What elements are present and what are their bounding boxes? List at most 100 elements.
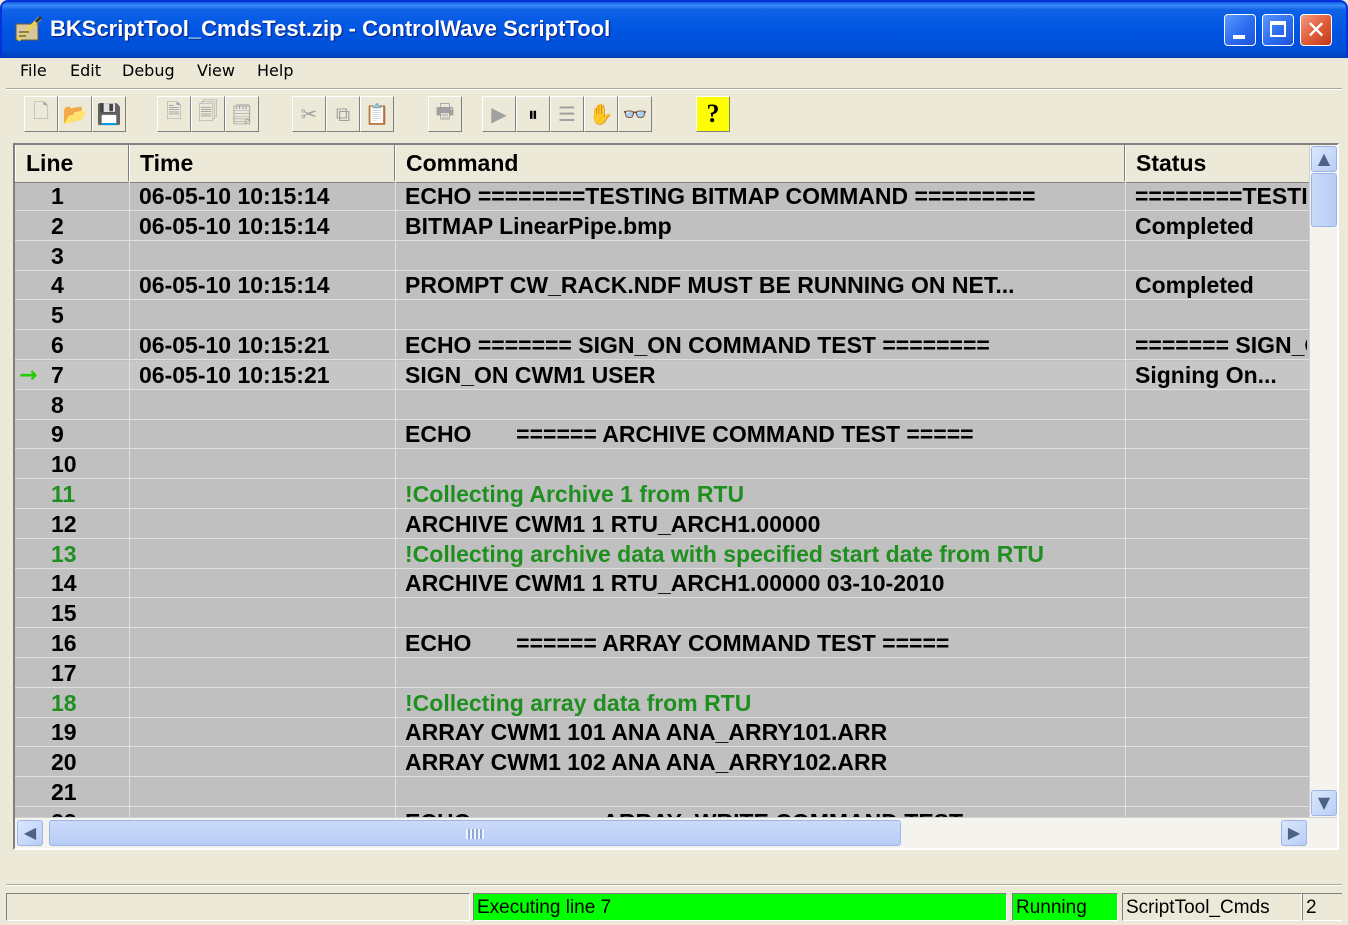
minimize-button[interactable]	[1224, 14, 1256, 46]
vertical-scrollbar[interactable]: ▲ ▼	[1309, 145, 1337, 817]
title-bar[interactable]: BKScriptTool_CmdsTest.zip - ControlWave …	[0, 0, 1348, 58]
menu-edit[interactable]: Edit	[66, 58, 105, 84]
table-row[interactable]: 9 ECHO ====== ARCHIVE COMMAND TEST =====	[15, 420, 1309, 450]
menu-file[interactable]: File	[16, 58, 51, 84]
cell-status: Completed	[1135, 212, 1254, 239]
cell-command	[405, 242, 1121, 271]
cell-line: 9	[51, 421, 64, 448]
app-window: BKScriptTool_CmdsTest.zip - ControlWave …	[0, 0, 1348, 925]
cell-command: BITMAP LinearPipe.bmp	[405, 212, 672, 239]
cell-line: 2	[51, 212, 64, 239]
table-row[interactable]: 16 ECHO ====== ARRAY COMMAND TEST =====	[15, 629, 1309, 658]
scroll-grip-icon	[466, 829, 484, 839]
cell-status	[1135, 659, 1307, 688]
table-row[interactable]: 4 06-05-10 10:15:14 PROMPT CW_RACK.NDF MUS…	[15, 271, 1309, 301]
watch-glasses-icon[interactable]: 👓	[618, 96, 652, 132]
cell-command	[405, 778, 1121, 807]
cell-status: Signing On...	[1135, 361, 1277, 388]
paste-icon[interactable]: 📋	[360, 96, 394, 132]
horizontal-scroll-thumb[interactable]	[49, 820, 901, 846]
stop-hand-icon[interactable]: ✋	[584, 96, 618, 132]
cut-icon[interactable]: ✂	[292, 96, 326, 132]
table-row[interactable]: 15	[15, 599, 1309, 629]
save-icon[interactable]: 💾	[92, 96, 126, 132]
cell-status	[1135, 420, 1307, 449]
cell-command: !Collecting array data from RTU	[405, 689, 752, 716]
scroll-left-icon[interactable]: ◀	[17, 820, 43, 846]
column-header-command[interactable]: Command	[395, 145, 1125, 181]
cell-time	[139, 689, 389, 718]
column-divider	[395, 182, 396, 848]
current-line-arrow-icon: →	[19, 362, 38, 388]
step-icon[interactable]: ☰	[550, 96, 584, 132]
table-row[interactable]: 18 !Collecting array data from RTU	[15, 689, 1309, 718]
table-row[interactable]: 19 ARRAY CWM1 101 ANA ANA_ARRY101.ARR	[15, 718, 1309, 748]
menu-debug[interactable]: Debug	[118, 58, 179, 84]
cell-status	[1135, 450, 1307, 479]
table-row[interactable]: 8	[15, 391, 1309, 420]
cell-status	[1135, 689, 1307, 718]
table-row[interactable]: 5	[15, 301, 1309, 331]
menu-help[interactable]: Help	[253, 58, 297, 84]
help-icon[interactable]: ?	[696, 96, 730, 132]
pause-icon[interactable]: ⏸	[516, 96, 550, 132]
cell-time	[139, 391, 389, 420]
cell-line: 12	[51, 510, 77, 537]
table-row[interactable]: 1 06-05-10 10:15:14 ECHO ========TESTING B…	[15, 182, 1309, 211]
run-icon[interactable]: ▶	[482, 96, 516, 132]
menu-view[interactable]: View	[193, 58, 239, 84]
table-row[interactable]: 2 06-05-10 10:15:14 BITMAP LinearPipe.bmp C…	[15, 212, 1309, 241]
document-icon[interactable]: 🗎	[157, 96, 191, 132]
cell-time	[139, 569, 389, 598]
close-button[interactable]: ✕	[1300, 14, 1332, 46]
cell-status	[1135, 569, 1307, 598]
column-divider	[1125, 182, 1126, 848]
cell-command: SIGN_ON CWM1 USER	[405, 361, 656, 388]
table-row[interactable]: 3	[15, 242, 1309, 271]
scroll-down-icon[interactable]: ▼	[1311, 790, 1337, 816]
table-row[interactable]: 11 !Collecting Archive 1 from RTU	[15, 480, 1309, 509]
table-row[interactable]: 6 06-05-10 10:15:21 ECHO ======= SIGN_ON C…	[15, 331, 1309, 360]
table-row[interactable]: 12 ARCHIVE CWM1 1 RTU_ARCH1.00000	[15, 510, 1309, 539]
print-icon[interactable]: 🖶	[428, 96, 462, 132]
copy-icon[interactable]: ⧉	[326, 96, 360, 132]
cell-command: ARRAY CWM1 102 ANA ANA_ARRY102.ARR	[405, 749, 888, 776]
table-row[interactable]: 10	[15, 450, 1309, 480]
cell-command: ARRAY CWM1 101 ANA ANA_ARRY101.ARR	[405, 719, 888, 746]
properties-icon[interactable]: 🗐	[191, 96, 225, 132]
cell-status	[1135, 510, 1307, 539]
scroll-up-icon[interactable]: ▲	[1311, 146, 1337, 172]
cell-command	[405, 659, 1121, 688]
column-header-line[interactable]: Line	[15, 145, 129, 181]
column-header-time[interactable]: Time	[129, 145, 395, 181]
cell-line: 4	[51, 272, 64, 299]
new-file-icon[interactable]: 🗋	[24, 96, 58, 132]
column-header-status[interactable]: Status	[1125, 145, 1309, 181]
table-row[interactable]: 21	[15, 778, 1309, 807]
table-row[interactable]: → 7 06-05-10 10:15:21 SIGN_ON CWM1 USER Sign…	[15, 360, 1309, 390]
cell-status	[1135, 301, 1307, 330]
cell-line: 11	[51, 481, 76, 507]
script-grid[interactable]: Line Time Command Status 1 06-05-10 10:15…	[13, 143, 1339, 850]
table-row[interactable]: 14 ARCHIVE CWM1 1 RTU_ARCH1.00000 03-10-2…	[15, 569, 1309, 599]
cell-status	[1135, 599, 1307, 628]
cell-line: 21	[51, 779, 77, 805]
table-row[interactable]: 13 !Collecting archive data with specifie…	[15, 540, 1309, 569]
scroll-right-icon[interactable]: ▶	[1281, 820, 1307, 846]
horizontal-scrollbar[interactable]: ◀ ▶	[15, 817, 1337, 848]
cell-line: 10	[51, 451, 77, 478]
open-folder-icon[interactable]: 📂	[58, 96, 92, 132]
export-icon[interactable]: 🗒	[225, 96, 259, 132]
maximize-button[interactable]	[1262, 14, 1294, 46]
cell-status: Completed	[1135, 272, 1254, 299]
status-separator	[6, 884, 1342, 886]
cell-line: 7	[51, 361, 64, 388]
status-bar: Executing line 7 Running ScriptTool_Cmds…	[6, 893, 1342, 921]
cell-line: 17	[51, 659, 77, 686]
table-row[interactable]: 17	[15, 659, 1309, 688]
table-row[interactable]: 20 ARRAY CWM1 102 ANA ANA_ARRY102.ARR	[15, 748, 1309, 778]
cell-status	[1135, 748, 1307, 777]
cell-time	[139, 540, 389, 569]
cell-time: 06-05-10 10:15:14	[139, 212, 330, 239]
vertical-scroll-thumb[interactable]	[1311, 173, 1337, 227]
